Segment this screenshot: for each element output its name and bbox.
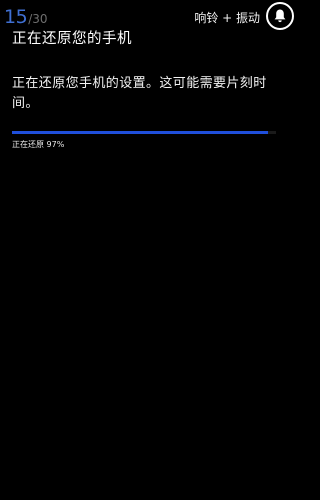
page-title: 正在还原您的手机 (12, 31, 132, 47)
progress-bar-fill (12, 131, 269, 134)
status-bar: 15 /30 响铃 + 振动 (0, 0, 298, 34)
bell-icon (274, 9, 286, 23)
progress-bar (12, 131, 276, 134)
restore-description: 正在还原您手机的设置。这可能需要片刻时间。 (12, 76, 267, 111)
ring-mode-label: 响铃 + 振动 (194, 11, 260, 25)
page-counter: 15 /30 (4, 6, 48, 28)
progress-label: 正在还原 97% (12, 140, 65, 149)
counter-current: 15 (4, 6, 28, 28)
counter-total: /30 (28, 12, 48, 26)
ring-mode-button[interactable] (266, 2, 294, 30)
